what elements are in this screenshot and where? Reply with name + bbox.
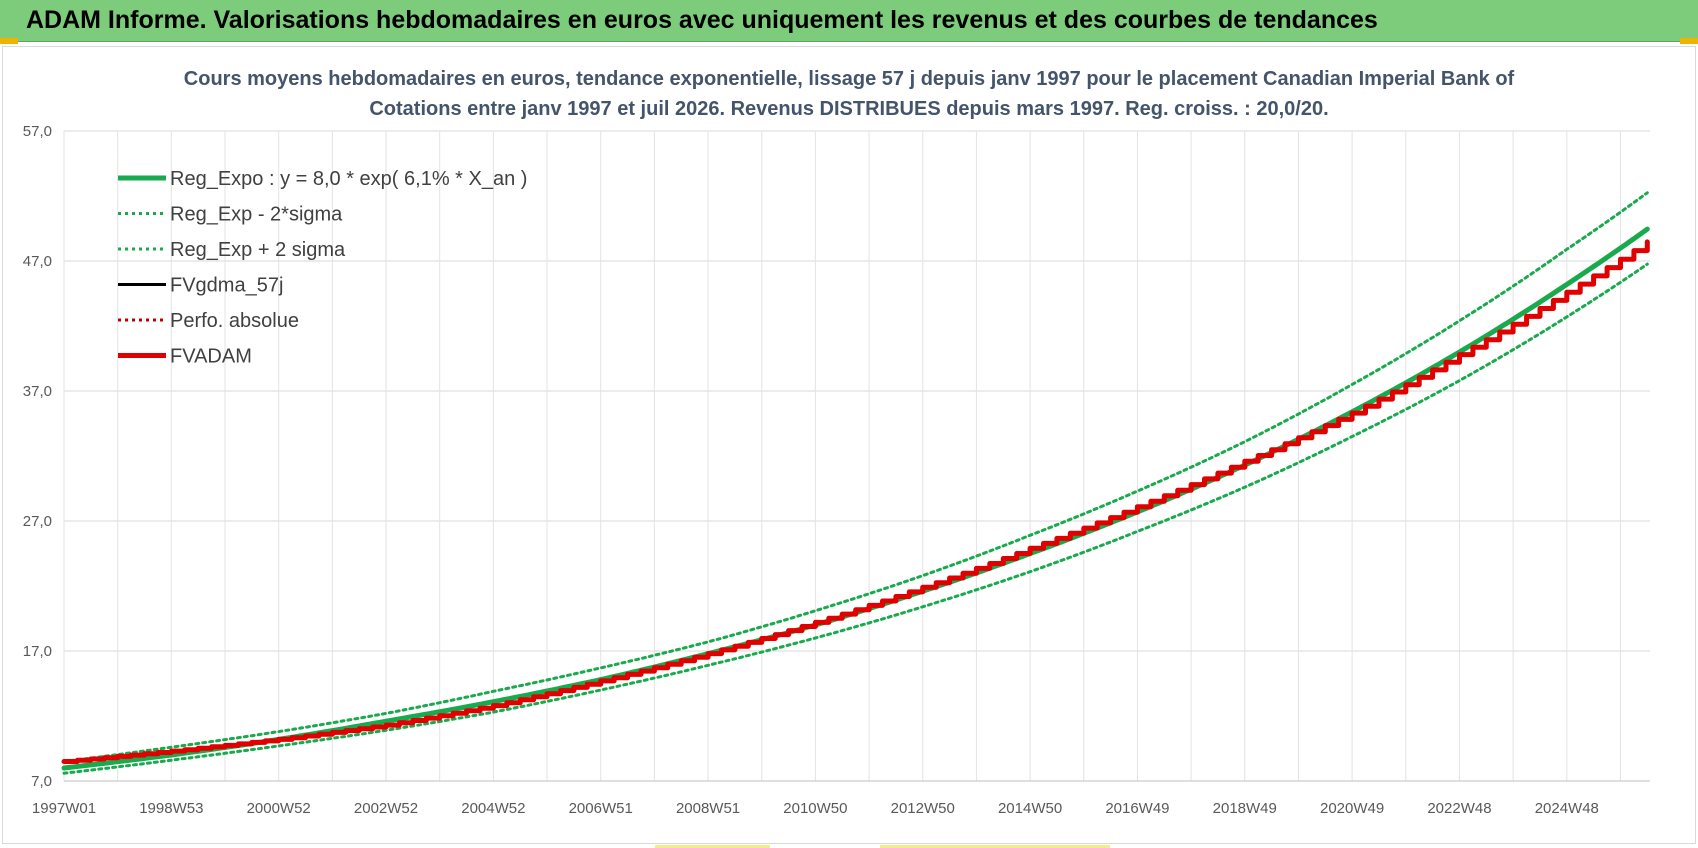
legend-label-4: Perfo. absolue xyxy=(170,310,299,332)
x-tick-label: 1998W53 xyxy=(139,800,203,817)
x-tick-label: 1997W01 xyxy=(32,800,96,817)
y-tick-label: 37,0 xyxy=(23,383,52,400)
series-line-2 xyxy=(62,191,1649,763)
x-tick-label: 2000W52 xyxy=(247,800,311,817)
x-tick-label: 2020W49 xyxy=(1320,800,1384,817)
chart-series xyxy=(61,191,1650,775)
legend-label-1: Reg_Exp - 2*sigma xyxy=(170,204,343,226)
x-tick-label: 2022W48 xyxy=(1427,800,1491,817)
legend-label-2: Reg_Exp + 2 sigma xyxy=(170,239,346,261)
y-tick-label: 47,0 xyxy=(23,253,52,270)
legend-label-0: Reg_Expo : y = 8,0 * exp( 6,1% * X_an ) xyxy=(170,168,527,190)
x-tick-label: 2008W51 xyxy=(676,800,740,817)
x-tick-label: 2018W49 xyxy=(1213,800,1277,817)
x-tick-label: 2002W52 xyxy=(354,800,418,817)
chart-grid xyxy=(63,130,1650,782)
x-tick-label: 2012W50 xyxy=(891,800,955,817)
y-tick-label: 27,0 xyxy=(23,513,52,530)
x-tick-label: 2016W49 xyxy=(1105,800,1169,817)
x-tick-label: 2014W50 xyxy=(998,800,1062,817)
y-axis-ticks: 7,0 17,0 27,0 37,0 47,0 57,0 xyxy=(23,123,52,790)
legend-label-5: FVADAM xyxy=(170,346,252,368)
series-line-0 xyxy=(61,226,1650,771)
y-tick-label: 7,0 xyxy=(31,773,52,790)
chart-legend: Reg_Expo : y = 8,0 * exp( 6,1% * X_an ) R… xyxy=(118,168,527,368)
y-tick-label: 17,0 xyxy=(23,643,52,660)
x-tick-label: 2010W50 xyxy=(783,800,847,817)
legend-label-3: FVgdma_57j xyxy=(170,275,283,297)
y-tick-label: 57,0 xyxy=(23,123,52,140)
x-tick-label: 2024W48 xyxy=(1535,800,1599,817)
x-tick-label: 2006W51 xyxy=(569,800,633,817)
x-tick-label: 2004W52 xyxy=(461,800,525,817)
series-line-5 xyxy=(61,239,1650,764)
series-line-1 xyxy=(62,262,1649,775)
x-axis-ticks: 1997W01 1998W53 2000W52 2002W52 2004W52 2006W… xyxy=(32,800,1599,817)
chart-plot: 7,0 17,0 27,0 37,0 47,0 57,0 1997W01 1998W53 20… xyxy=(23,123,1650,817)
